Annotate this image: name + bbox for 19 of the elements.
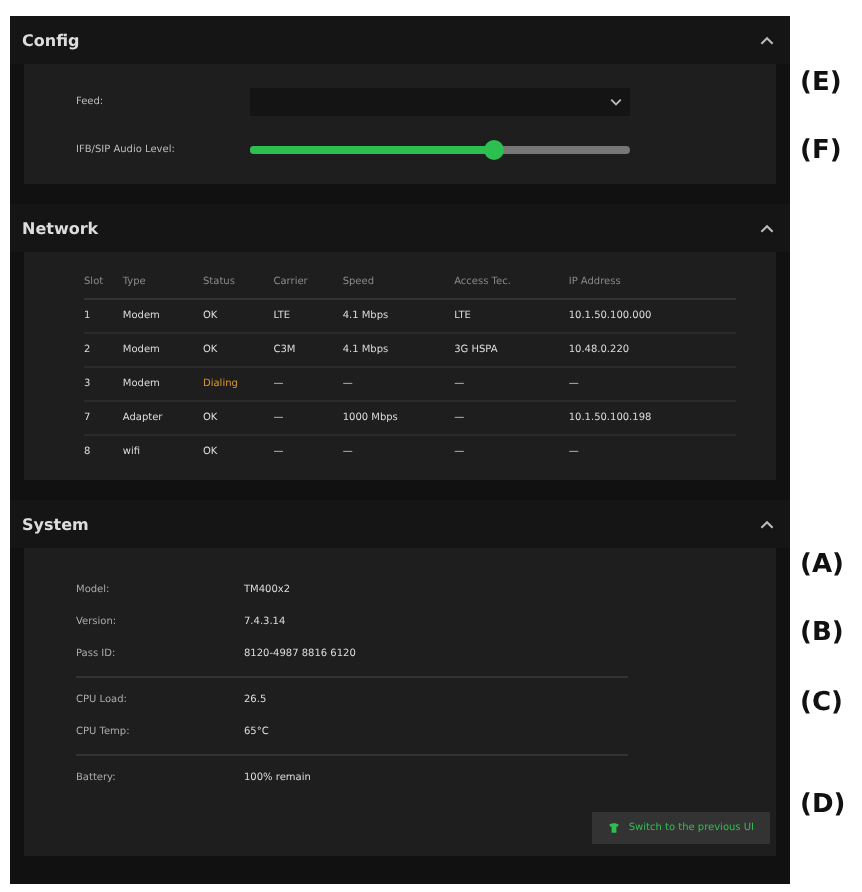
section-header[interactable]: Config (10, 16, 790, 64)
shirt-icon (608, 822, 621, 834)
chevron-icon[interactable] (760, 35, 774, 45)
section-title: Network (22, 219, 99, 237)
callout-label: (F) (800, 136, 842, 166)
callout-label: (B) (800, 618, 844, 648)
callout-label: (E) (800, 68, 842, 98)
slider-thumb[interactable] (483, 140, 504, 160)
callout-label: (D) (800, 790, 846, 820)
caret-icon (610, 98, 622, 106)
audio-level-slider[interactable] (250, 146, 630, 154)
chevron-icon[interactable] (760, 223, 774, 233)
callout-label: (A) (800, 550, 844, 580)
section-header[interactable]: System (10, 500, 790, 548)
callout-label: (C) (800, 688, 843, 718)
section-title: System (22, 515, 89, 533)
section-header[interactable]: Network (10, 204, 790, 252)
chevron-icon[interactable] (760, 519, 774, 529)
section-title: Config (22, 31, 80, 49)
